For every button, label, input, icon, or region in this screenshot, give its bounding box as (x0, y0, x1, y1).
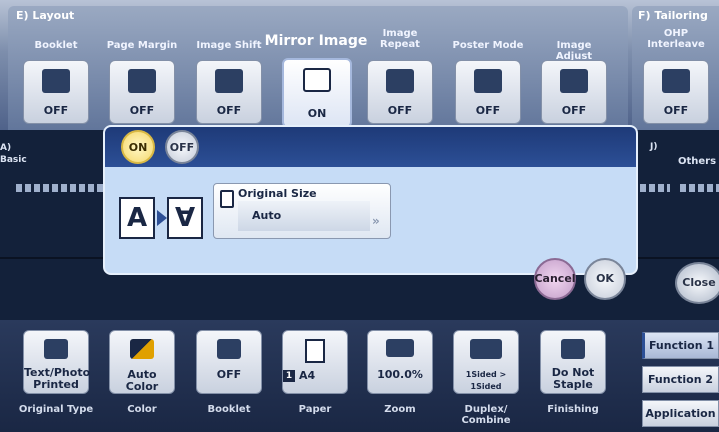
mirror-image-value: ON (307, 107, 327, 120)
image-repeat-icon (386, 69, 414, 93)
others-strip-2 (680, 184, 719, 192)
poster-mode-button[interactable]: OFF (455, 60, 521, 124)
layout-section-title: E) Layout (16, 9, 75, 22)
color-button[interactable]: Auto Color (109, 330, 175, 394)
ohp-interleave-button[interactable]: OFF (643, 60, 709, 124)
booklet-bottom-button[interactable]: OFF (196, 330, 262, 394)
booklet-bottom-label: Booklet (207, 404, 251, 415)
ohp-interleave-label: OHP Interleave (647, 28, 705, 50)
booklet-bottom-icon (217, 339, 241, 359)
image-adjust-button[interactable]: OFF (541, 60, 607, 124)
others-strip (640, 184, 670, 192)
booklet-button[interactable]: OFF (23, 60, 89, 124)
mirror-image-dialog: ON OFF A ∀ Original Size Auto » (103, 125, 638, 275)
close-button[interactable]: Close (675, 262, 719, 304)
staple-icon (561, 339, 585, 359)
function-1-tab[interactable]: Function 1 (642, 332, 719, 359)
bottom-band (0, 320, 719, 432)
mirror-flipped-glyph: ∀ (167, 197, 203, 239)
poster-mode-icon (474, 69, 502, 93)
page-margin-value: OFF (129, 104, 155, 117)
mirror-image-label: Mirror Image (264, 33, 368, 49)
image-shift-label: Image Shift (196, 40, 262, 51)
mirror-arrow-icon (157, 210, 167, 226)
function-2-tab[interactable]: Function 2 (642, 366, 719, 393)
original-type-label: Original Type (18, 404, 94, 415)
side-tab-letter: J) (650, 142, 658, 152)
original-type-icon (44, 339, 68, 359)
paper-label: Paper (298, 404, 332, 415)
mirror-image-icon (303, 68, 331, 92)
image-repeat-button[interactable]: OFF (367, 60, 433, 124)
image-adjust-label: Image Adjust (555, 40, 593, 62)
finishing-label: Finishing (547, 404, 599, 415)
original-size-button[interactable]: Original Size Auto » (213, 183, 391, 239)
original-size-value: Auto (238, 201, 370, 231)
image-repeat-label: Image Repeat (380, 28, 420, 50)
duplex-value: 1Sided > 1Sided (465, 370, 507, 391)
zoom-value: 100.0% (377, 368, 423, 381)
color-icon (130, 339, 154, 359)
image-adjust-icon (560, 69, 588, 93)
ohp-interleave-icon (662, 69, 690, 93)
tray-badge: 1 (283, 370, 295, 382)
image-shift-button[interactable]: OFF (196, 60, 262, 124)
color-label: Color (127, 404, 157, 415)
paper-value: A4 (299, 369, 316, 382)
original-type-value: Text/Photo Printed (24, 366, 91, 391)
basic-strip (16, 184, 104, 192)
duplex-label: Duplex/ Combine (461, 404, 511, 426)
side-tab-others[interactable]: Others (678, 156, 716, 167)
color-value: Auto Color (125, 368, 159, 393)
original-size-title: Original Size (238, 187, 317, 200)
page-margin-icon (128, 69, 156, 93)
paper-button[interactable]: 1 A4 (282, 330, 348, 394)
finishing-value: Do Not Staple (551, 366, 595, 391)
zoom-label: Zoom (384, 404, 416, 415)
toggle-off-button[interactable]: OFF (165, 130, 199, 164)
page-margin-label: Page Margin (106, 40, 178, 51)
booklet-bottom-value: OFF (216, 368, 242, 381)
paper-icon (305, 339, 325, 363)
poster-mode-label: Poster Mode (452, 40, 524, 51)
image-adjust-value: OFF (561, 104, 587, 117)
double-arrow-icon: » (372, 214, 380, 228)
mirror-normal-glyph: A (119, 197, 155, 239)
zoom-icon (386, 339, 414, 357)
finishing-button[interactable]: Do Not Staple (540, 330, 606, 394)
tailoring-section-title: F) Tailoring (638, 9, 708, 22)
toggle-on-button[interactable]: ON (121, 130, 155, 164)
duplex-combine-button[interactable]: 1Sided > 1Sided (453, 330, 519, 394)
application-tab[interactable]: Application (642, 400, 719, 427)
image-repeat-value: OFF (387, 104, 413, 117)
page-margin-button[interactable]: OFF (109, 60, 175, 124)
image-shift-icon (215, 69, 243, 93)
booklet-icon (42, 69, 70, 93)
zoom-button[interactable]: 100.0% (367, 330, 433, 394)
cancel-button[interactable]: Cancel (534, 258, 576, 300)
duplex-icon (470, 339, 502, 359)
mirror-image-button[interactable]: ON (282, 58, 352, 128)
image-shift-value: OFF (216, 104, 242, 117)
ohp-interleave-value: OFF (663, 104, 689, 117)
booklet-value: OFF (43, 104, 69, 117)
side-tab-basic[interactable]: A) Basic (0, 142, 27, 166)
ok-button[interactable]: OK (584, 258, 626, 300)
original-type-button[interactable]: Text/Photo Printed (23, 330, 91, 394)
booklet-label: Booklet (34, 40, 78, 51)
poster-mode-value: OFF (475, 104, 501, 117)
document-icon (220, 190, 234, 208)
